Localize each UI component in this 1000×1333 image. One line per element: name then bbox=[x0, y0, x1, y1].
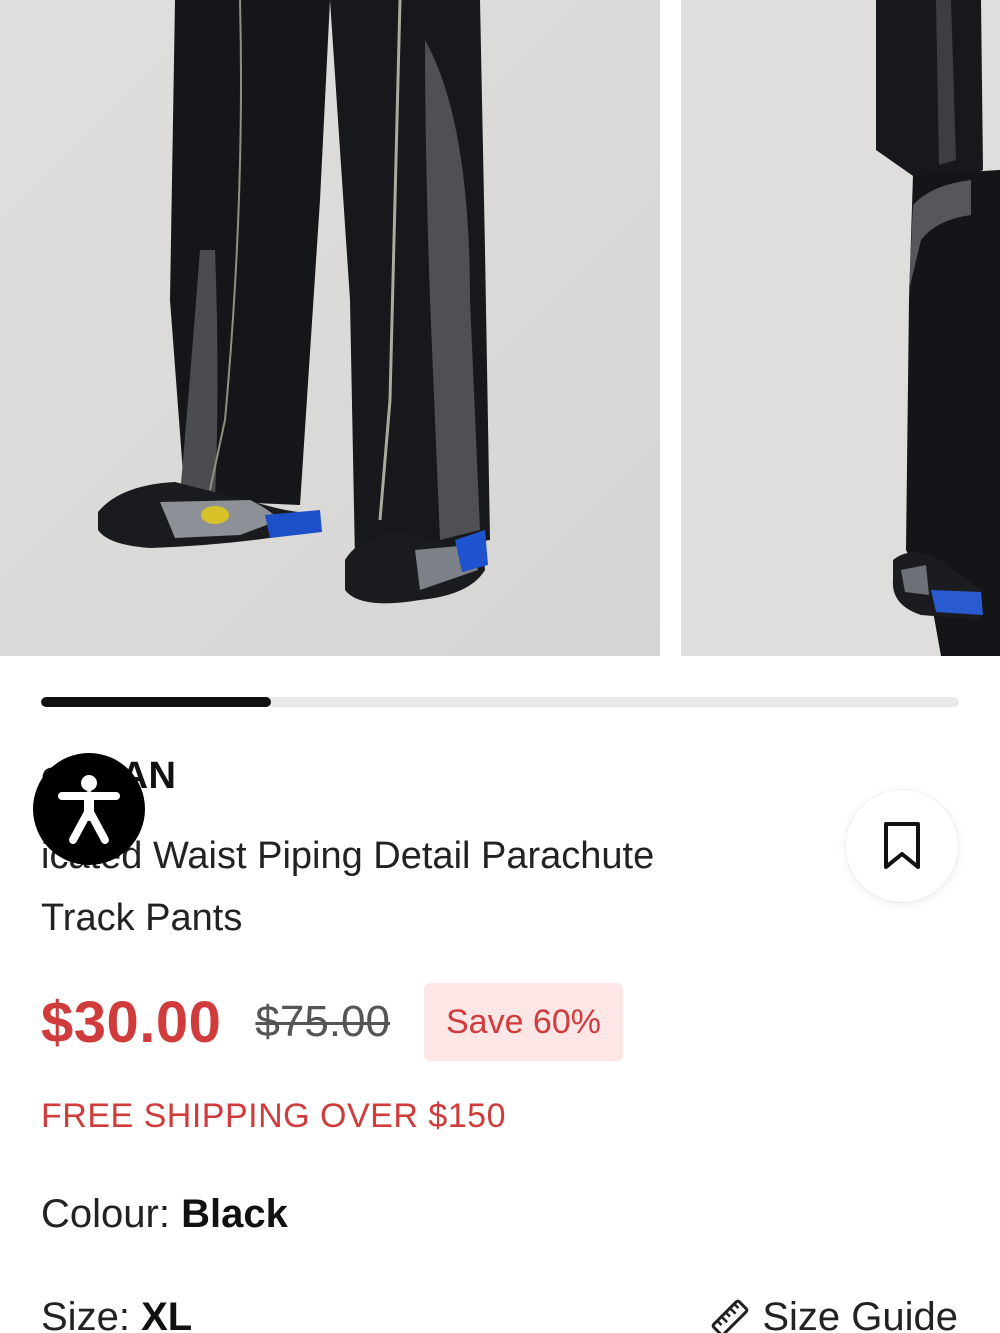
ruler-icon bbox=[711, 1299, 749, 1333]
colour-label: Colour: bbox=[41, 1192, 170, 1236]
gallery-progress-fill bbox=[41, 697, 271, 707]
wishlist-button[interactable] bbox=[846, 790, 958, 902]
bookmark-icon bbox=[884, 822, 920, 869]
product-image-1[interactable] bbox=[0, 0, 660, 656]
shipping-notice: FREE SHIPPING OVER $150 bbox=[41, 1097, 506, 1135]
original-price: $75.00 bbox=[255, 997, 390, 1046]
size-value: XL bbox=[141, 1295, 193, 1333]
colour-selector-label: Colour: Black bbox=[41, 1192, 288, 1237]
price-row: $30.00 $75.00 Save 60% bbox=[41, 983, 623, 1061]
colour-value: Black bbox=[181, 1192, 288, 1236]
product-title: icated Waist Piping Detail Parachute Tra… bbox=[41, 835, 655, 939]
size-guide-link[interactable]: Size Guide bbox=[710, 1295, 958, 1333]
discount-badge: Save 60% bbox=[423, 983, 623, 1061]
size-guide-label[interactable]: Size Guide bbox=[762, 1295, 958, 1333]
product-page: ooMAN icated Waist Piping Detail Parachu… bbox=[0, 0, 1000, 1333]
image-gallery[interactable] bbox=[0, 0, 1000, 656]
gallery-progress-bar bbox=[41, 697, 959, 707]
size-label: Size: bbox=[41, 1295, 130, 1333]
size-selector-label: Size: XL bbox=[41, 1295, 192, 1333]
accessibility-button[interactable] bbox=[33, 753, 145, 865]
sale-price: $30.00 bbox=[41, 989, 222, 1055]
product-photo-side bbox=[681, 0, 1000, 656]
product-photo-front bbox=[0, 0, 660, 656]
product-image-2[interactable] bbox=[681, 0, 1000, 656]
accessibility-icon bbox=[58, 775, 120, 844]
